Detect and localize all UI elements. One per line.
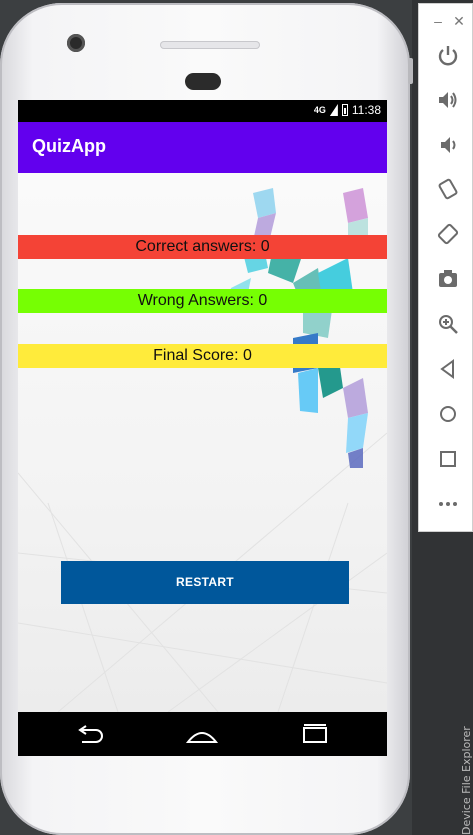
emulator-phone-frame: 4G 11:38 QuizApp Correct answers: 0 Wron… — [0, 3, 413, 835]
home-icon[interactable] — [185, 722, 219, 746]
camera-icon[interactable] — [436, 267, 460, 291]
wrong-answers-label: Wrong Answers: 0 — [18, 289, 387, 313]
status-bar: 4G 11:38 — [18, 100, 387, 122]
ide-side-tab-label[interactable]: Device File Explorer — [460, 620, 473, 835]
power-icon[interactable] — [436, 44, 460, 68]
rotate-right-icon[interactable] — [436, 222, 460, 246]
volume-up-icon[interactable] — [436, 88, 460, 112]
navigation-bar — [18, 712, 387, 756]
network-type-label: 4G — [313, 105, 326, 115]
overview-icon[interactable] — [298, 722, 332, 746]
side-button — [408, 58, 413, 84]
volume-down-icon[interactable] — [436, 133, 460, 157]
status-time: 11:38 — [351, 103, 381, 117]
final-score-label: Final Score: 0 — [18, 344, 387, 368]
signal-icon — [329, 104, 338, 116]
proximity-sensor — [185, 73, 221, 90]
device-screen: 4G 11:38 QuizApp Correct answers: 0 Wron… — [18, 100, 387, 756]
rotate-left-icon[interactable] — [436, 177, 460, 201]
overview-icon[interactable] — [436, 447, 460, 471]
front-camera — [67, 34, 85, 52]
home-icon[interactable] — [436, 402, 460, 426]
battery-icon — [341, 104, 348, 116]
more-icon[interactable] — [436, 492, 460, 516]
close-icon[interactable]: ✕ — [452, 14, 466, 28]
app-title: QuizApp — [32, 136, 106, 156]
minimize-icon[interactable]: – — [431, 14, 445, 28]
result-content: Correct answers: 0 Wrong Answers: 0 Fina… — [18, 173, 387, 712]
earpiece-speaker — [160, 41, 260, 49]
back-icon[interactable] — [74, 722, 108, 746]
correct-answers-label: Correct answers: 0 — [18, 235, 387, 259]
restart-button[interactable]: RESTART — [61, 561, 349, 604]
back-icon[interactable] — [436, 357, 460, 381]
app-bar: QuizApp — [18, 122, 387, 173]
zoom-icon[interactable] — [436, 312, 460, 336]
emulator-toolbar: – ✕ — [418, 3, 473, 532]
